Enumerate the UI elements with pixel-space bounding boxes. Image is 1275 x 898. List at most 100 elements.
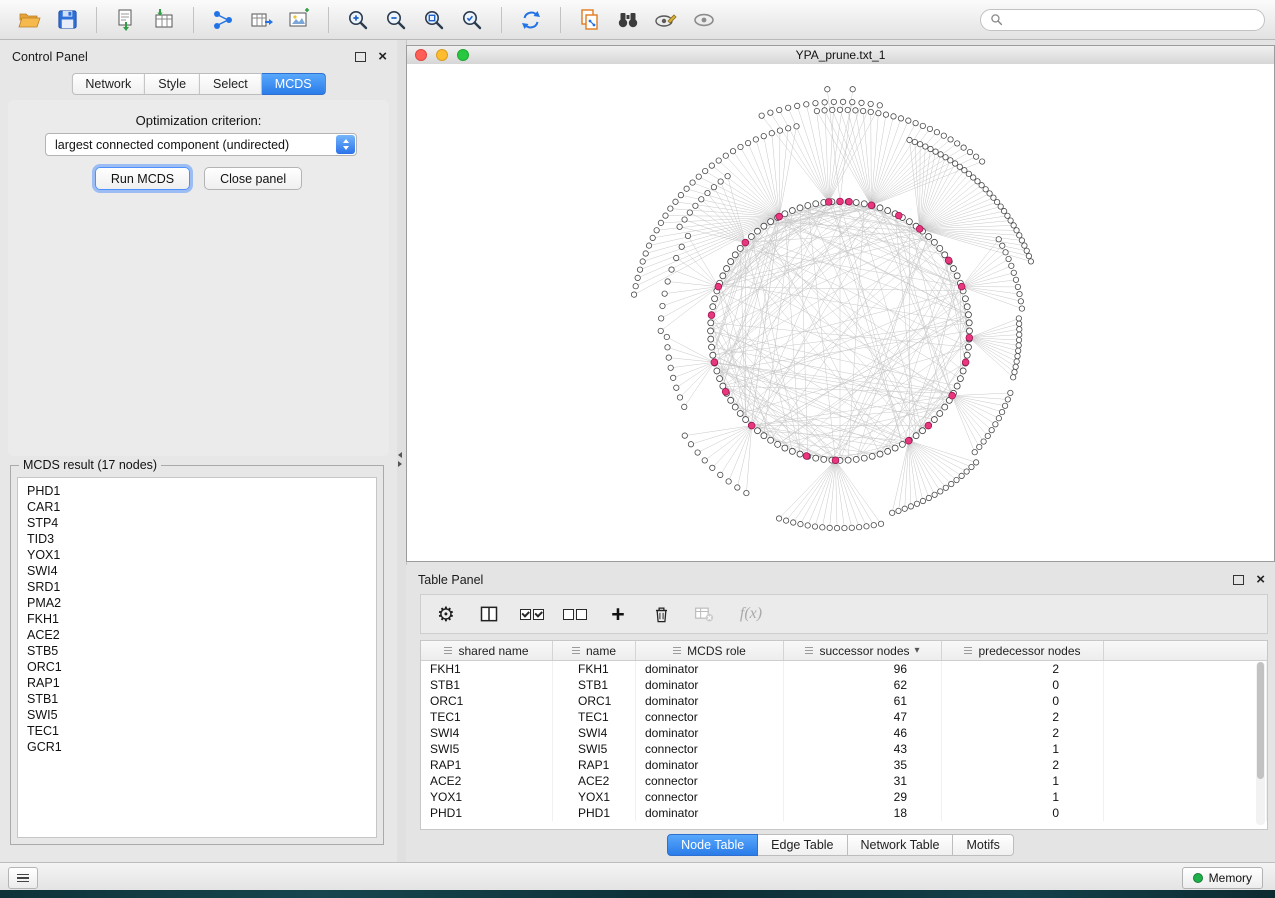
close-panel-button[interactable]: Close panel	[204, 167, 302, 190]
table-tab-network-table[interactable]: Network Table	[848, 834, 954, 856]
table-tab-node-table[interactable]: Node Table	[667, 834, 758, 856]
control-panel: Control Panel × NetworkStyleSelectMCDS O…	[0, 40, 398, 862]
annotation-mode-button[interactable]	[647, 4, 685, 36]
table-row[interactable]: PHD1PHD1dominator180	[421, 805, 1267, 821]
table-cell: dominator	[636, 677, 784, 693]
export-image-button[interactable]	[280, 4, 318, 36]
search-input[interactable]	[1009, 12, 1255, 28]
tab-select[interactable]: Select	[200, 73, 262, 95]
zoom-fit-button[interactable]	[415, 4, 453, 36]
export-network-button[interactable]	[204, 4, 242, 36]
tab-network[interactable]: Network	[71, 73, 145, 95]
mcds-node-item[interactable]: ACE2	[27, 627, 367, 643]
delete-column-button[interactable]	[648, 600, 674, 628]
zoom-out-button[interactable]	[377, 4, 415, 36]
mcds-node-item[interactable]: TEC1	[27, 723, 367, 739]
mcds-node-item[interactable]: ORC1	[27, 659, 367, 675]
network-window-titlebar[interactable]: YPA_prune.txt_1	[407, 46, 1274, 65]
mcds-node-item[interactable]: STB5	[27, 643, 367, 659]
table-settings-button[interactable]: ⚙	[433, 600, 459, 628]
table-cell: 2	[942, 661, 1104, 677]
scrollbar-thumb[interactable]	[1257, 662, 1264, 779]
table-scrollbar[interactable]	[1256, 662, 1265, 825]
column-header-name[interactable]: name	[553, 641, 636, 660]
import-network-button[interactable]	[107, 4, 145, 36]
column-header-shared-name[interactable]: shared name	[421, 641, 553, 660]
close-panel-icon[interactable]: ×	[378, 51, 387, 63]
table-row[interactable]: FKH1FKH1dominator962	[421, 661, 1267, 677]
select-all-rows-button[interactable]	[519, 600, 545, 628]
column-header-predecessor-nodes[interactable]: predecessor nodes	[942, 641, 1104, 660]
save-session-button[interactable]	[48, 4, 86, 36]
mcds-node-item[interactable]: SWI4	[27, 563, 367, 579]
close-panel-icon[interactable]: ×	[1256, 574, 1265, 586]
network-graph[interactable]	[407, 64, 1274, 561]
panels-menu-button[interactable]	[8, 867, 38, 889]
table-tab-edge-table[interactable]: Edge Table	[758, 834, 847, 856]
mcds-node-item[interactable]: YOX1	[27, 547, 367, 563]
mcds-node-item[interactable]: STP4	[27, 515, 367, 531]
tab-mcds[interactable]: MCDS	[262, 73, 326, 95]
mcds-node-item[interactable]: SRD1	[27, 579, 367, 595]
table-cell: 96	[784, 661, 942, 677]
search-network-button[interactable]	[609, 4, 647, 36]
memory-label: Memory	[1209, 871, 1252, 885]
tab-style[interactable]: Style	[145, 73, 200, 95]
node-table-header: shared namenameMCDS rolesuccessor nodes▾…	[421, 641, 1267, 661]
create-column-button[interactable]: +	[605, 600, 631, 628]
deselect-all-rows-button[interactable]	[562, 600, 588, 628]
table-row[interactable]: ACE2ACE2connector311	[421, 773, 1267, 789]
table-cell: FKH1	[421, 661, 553, 677]
column-header-successor-nodes[interactable]: successor nodes▾	[784, 641, 942, 660]
table-cell: 1	[942, 773, 1104, 789]
import-table-button[interactable]	[145, 4, 183, 36]
float-panel-icon[interactable]	[1233, 575, 1244, 585]
table-panel: Table Panel × ⚙ +	[406, 565, 1275, 862]
table-row[interactable]: YOX1YOX1connector291	[421, 789, 1267, 805]
mcds-node-item[interactable]: STB1	[27, 691, 367, 707]
mcds-node-item[interactable]: PHD1	[27, 483, 367, 499]
clone-network-button[interactable]	[571, 4, 609, 36]
apply-layout-button[interactable]	[512, 4, 550, 36]
table-row[interactable]: ORC1ORC1dominator610	[421, 693, 1267, 709]
table-cell: connector	[636, 741, 784, 757]
table-cell: 43	[784, 741, 942, 757]
mcds-node-item[interactable]: PMA2	[27, 595, 367, 611]
mcds-node-item[interactable]: SWI5	[27, 707, 367, 723]
mcds-node-item[interactable]: TID3	[27, 531, 367, 547]
table-tab-motifs[interactable]: Motifs	[953, 834, 1013, 856]
show-hide-button[interactable]	[685, 4, 723, 36]
table-cell: 0	[942, 677, 1104, 693]
table-row[interactable]: STB1STB1dominator620	[421, 677, 1267, 693]
close-window-icon[interactable]	[415, 49, 427, 61]
table-row[interactable]: SWI4SWI4dominator462	[421, 725, 1267, 741]
network-window-title: YPA_prune.txt_1	[796, 48, 886, 62]
global-search-field[interactable]	[980, 9, 1265, 31]
memory-button[interactable]: Memory	[1182, 867, 1263, 889]
table-cell: 35	[784, 757, 942, 773]
memory-status-icon	[1193, 873, 1203, 883]
minimize-window-icon[interactable]	[436, 49, 448, 61]
mcds-node-item[interactable]: RAP1	[27, 675, 367, 691]
function-builder-button[interactable]: f(x)	[734, 600, 768, 628]
network-canvas[interactable]	[407, 64, 1274, 561]
mcds-result-list[interactable]: PHD1CAR1STP4TID3YOX1SWI4SRD1PMA2FKH1ACE2…	[17, 477, 377, 838]
table-row[interactable]: SWI5SWI5connector431	[421, 741, 1267, 757]
mcds-node-item[interactable]: GCR1	[27, 739, 367, 755]
run-mcds-button[interactable]: Run MCDS	[95, 167, 190, 190]
zoom-selected-button[interactable]	[453, 4, 491, 36]
export-table-button[interactable]	[242, 4, 280, 36]
float-panel-icon[interactable]	[355, 52, 366, 62]
table-row[interactable]: TEC1TEC1connector472	[421, 709, 1267, 725]
table-row[interactable]: RAP1RAP1dominator352	[421, 757, 1267, 773]
open-file-button[interactable]	[10, 4, 48, 36]
mcds-node-item[interactable]: CAR1	[27, 499, 367, 515]
optimization-criterion-select[interactable]: largest connected component (undirected)	[45, 133, 357, 156]
show-columns-button[interactable]	[476, 600, 502, 628]
splitter-grip-icon[interactable]	[398, 452, 402, 467]
column-header-MCDS-role[interactable]: MCDS role	[636, 641, 784, 660]
maximize-window-icon[interactable]	[457, 49, 469, 61]
table-cell: dominator	[636, 661, 784, 677]
mcds-node-item[interactable]: FKH1	[27, 611, 367, 627]
zoom-in-button[interactable]	[339, 4, 377, 36]
